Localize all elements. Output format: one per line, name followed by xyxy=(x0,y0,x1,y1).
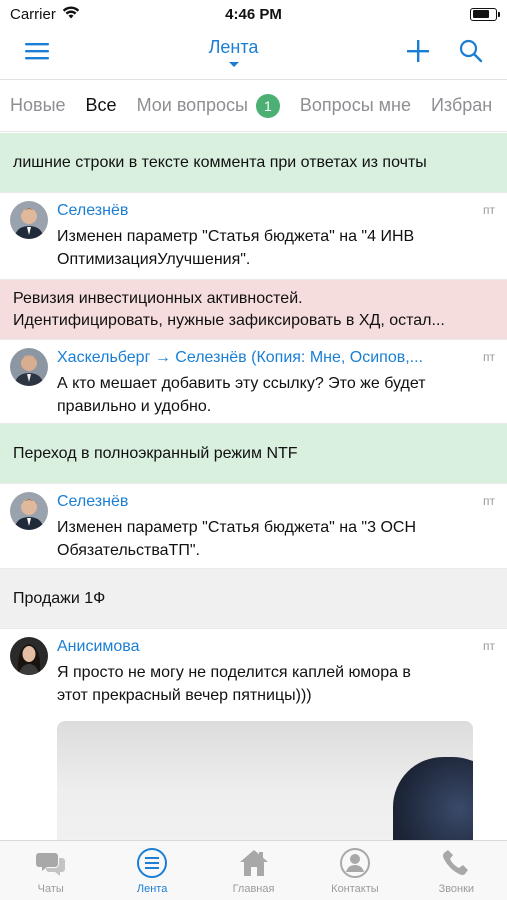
tab-bar-feed[interactable]: Лента xyxy=(101,841,202,900)
battery-icon xyxy=(470,7,500,21)
post-image[interactable] xyxy=(57,721,473,840)
avatar[interactable] xyxy=(10,201,48,239)
post-text: Изменен параметр "Статья бюджета" на "3 … xyxy=(57,516,497,562)
carrier-label: Carrier xyxy=(10,5,56,23)
topic-title: Переход в полноэкранный режим NTF xyxy=(13,444,298,462)
tab-bar-contacts[interactable]: Контакты xyxy=(304,841,405,900)
status-time: 4:46 PM xyxy=(225,5,282,23)
post-text-line: ОбязательстваТП". xyxy=(57,542,200,559)
count-badge: 1 xyxy=(255,93,280,118)
search-icon[interactable] xyxy=(459,39,483,68)
post-text-line: этот прекрасный вечер пятницы))) xyxy=(57,687,312,704)
topic-title: Продажи 1Ф xyxy=(13,589,106,607)
tab-questions-to-me[interactable]: Вопросы мне xyxy=(300,95,411,116)
feed-post[interactable]: Селезнёв Изменен параметр "Статья бюджет… xyxy=(0,484,507,569)
tab-favorites[interactable]: Избран xyxy=(431,95,492,116)
tab-all[interactable]: Все xyxy=(86,95,117,116)
post-text: А кто мешает добавить эту ссылку? Это же… xyxy=(57,372,497,418)
post-author[interactable]: Хаскельберг → Селезнёв (Копия: Мне, Осип… xyxy=(57,348,437,368)
post-time: пт xyxy=(483,350,495,364)
topic-banner[interactable]: лишние строки в тексте коммента при отве… xyxy=(0,133,507,193)
topic-banner[interactable]: Ревизия инвестиционных активностей. Иден… xyxy=(0,280,507,340)
avatar[interactable] xyxy=(10,492,48,530)
post-author[interactable]: Селезнёв xyxy=(57,201,437,221)
chat-bubbles-icon xyxy=(35,853,65,876)
home-icon xyxy=(239,850,268,876)
post-author[interactable]: Селезнёв xyxy=(57,492,437,512)
tab-bar-chats[interactable]: Чаты xyxy=(0,841,101,900)
post-time: пт xyxy=(483,494,495,508)
plus-icon[interactable] xyxy=(407,40,429,67)
tab-bar-feed-label: Лента xyxy=(136,883,168,895)
topic-title: Ревизия инвестиционных активностей. Иден… xyxy=(13,288,445,332)
post-text-line: А кто мешает добавить эту ссылку? Это же… xyxy=(57,375,426,392)
tab-bar-chats-label: Чаты xyxy=(37,883,64,895)
post-text: Я просто не могу не поделится каплей юмо… xyxy=(57,661,497,707)
tab-bar-home[interactable]: Главная xyxy=(203,841,304,900)
feed-list: лишние строки в тексте коммента при отве… xyxy=(0,133,507,840)
tab-bar-home-label: Главная xyxy=(232,883,275,895)
post-text-line: ОптимизацияУлучшения". xyxy=(57,251,251,268)
tab-my-questions-label: Мои вопросы xyxy=(136,95,248,115)
post-text-line: Изменен параметр "Статья бюджета" на "3 … xyxy=(57,519,416,536)
page-title: Лента xyxy=(208,36,259,57)
tab-my-questions[interactable]: Мои вопросы 1 xyxy=(136,93,280,118)
post-time: пт xyxy=(483,203,495,217)
status-bar: Carrier 4:46 PM xyxy=(0,0,507,28)
topic-title: лишние строки в тексте коммента при отве… xyxy=(13,153,427,171)
tab-new[interactable]: Новые xyxy=(10,95,66,116)
feed-list-icon xyxy=(137,848,168,878)
topic-title-line: Идентифицировать, нужные зафиксировать в… xyxy=(13,311,445,329)
post-text-line: Я просто не могу не поделится каплей юмо… xyxy=(57,664,411,681)
post-text-line: правильно и удобно. xyxy=(57,398,212,415)
chevron-down-icon xyxy=(228,61,239,67)
feed-post[interactable]: Анисимова Я просто не могу не поделится … xyxy=(0,629,507,840)
post-text-line: Изменен параметр "Статья бюджета" на "4 … xyxy=(57,228,415,245)
avatar[interactable] xyxy=(10,637,48,675)
post-text: Изменен параметр "Статья бюджета" на "4 … xyxy=(57,225,497,271)
topic-title-line: Ревизия инвестиционных активностей. xyxy=(13,289,303,307)
feed-post[interactable]: Хаскельберг → Селезнёв (Копия: Мне, Осип… xyxy=(0,340,507,424)
filter-tabs: Новые Все Мои вопросы 1 Вопросы мне Избр… xyxy=(0,80,507,132)
hamburger-icon[interactable] xyxy=(24,43,50,65)
post-author[interactable]: Анисимова xyxy=(57,637,437,657)
post-time: пт xyxy=(483,639,495,653)
feed-post[interactable]: Селезнёв Изменен параметр "Статья бюджет… xyxy=(0,193,507,280)
bottom-tab-bar: Чаты Лента Главная Контакты Звонки xyxy=(0,840,507,900)
topic-banner[interactable]: Продажи 1Ф xyxy=(0,569,507,629)
feed-title-dropdown[interactable]: Лента xyxy=(80,37,387,67)
wifi-icon xyxy=(62,6,80,23)
tab-bar-calls[interactable]: Звонки xyxy=(406,841,507,900)
nav-bar: Лента xyxy=(0,28,507,80)
tab-bar-calls-label: Звонки xyxy=(438,883,475,895)
avatar[interactable] xyxy=(10,348,48,386)
contacts-icon xyxy=(339,848,370,878)
topic-banner[interactable]: Переход в полноэкранный режим NTF xyxy=(0,424,507,484)
tab-bar-contacts-label: Контакты xyxy=(331,883,379,895)
phone-icon xyxy=(443,850,469,875)
